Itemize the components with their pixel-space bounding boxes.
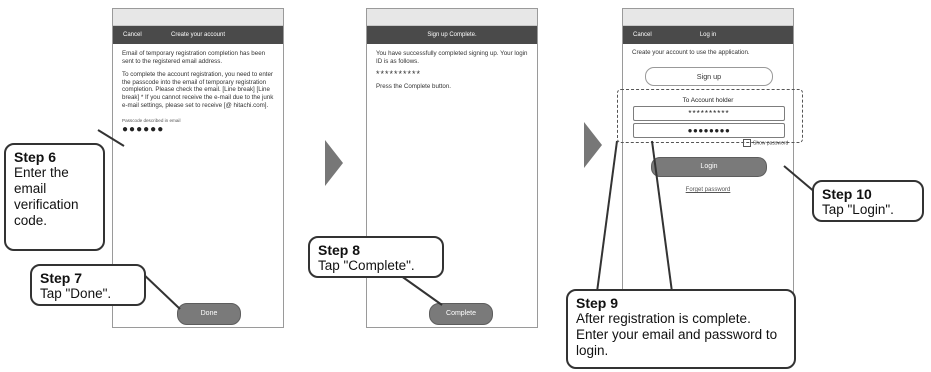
step10-callout: Step 10 Tap "Login". [812,180,924,222]
step9-text: After registration is complete. Enter yo… [576,311,778,358]
step9-pointer-b [651,140,673,293]
step7-pointer [139,270,181,310]
step10-text: Tap "Login". [822,202,894,217]
step7-callout: Step 7 Tap "Done". [30,264,146,306]
step7-title: Step 7 [40,270,83,286]
step8-text: Tap "Complete". [318,258,415,273]
step6-title: Step 6 [14,149,57,165]
step10-title: Step 10 [822,186,872,202]
step6-pointer [97,129,125,147]
step8-callout: Step 8 Tap "Complete". [308,236,444,278]
step6-text: Enter the email verification code. [14,165,79,228]
step8-title: Step 8 [318,242,361,258]
step9-title: Step 9 [576,295,619,311]
step6-callout: Step 6 Enter the email verification code… [4,143,105,251]
step7-text: Tap "Done". [40,286,112,301]
step9-pointer-a [596,140,618,293]
step9-callout: Step 9 After registration is complete. E… [566,289,796,369]
